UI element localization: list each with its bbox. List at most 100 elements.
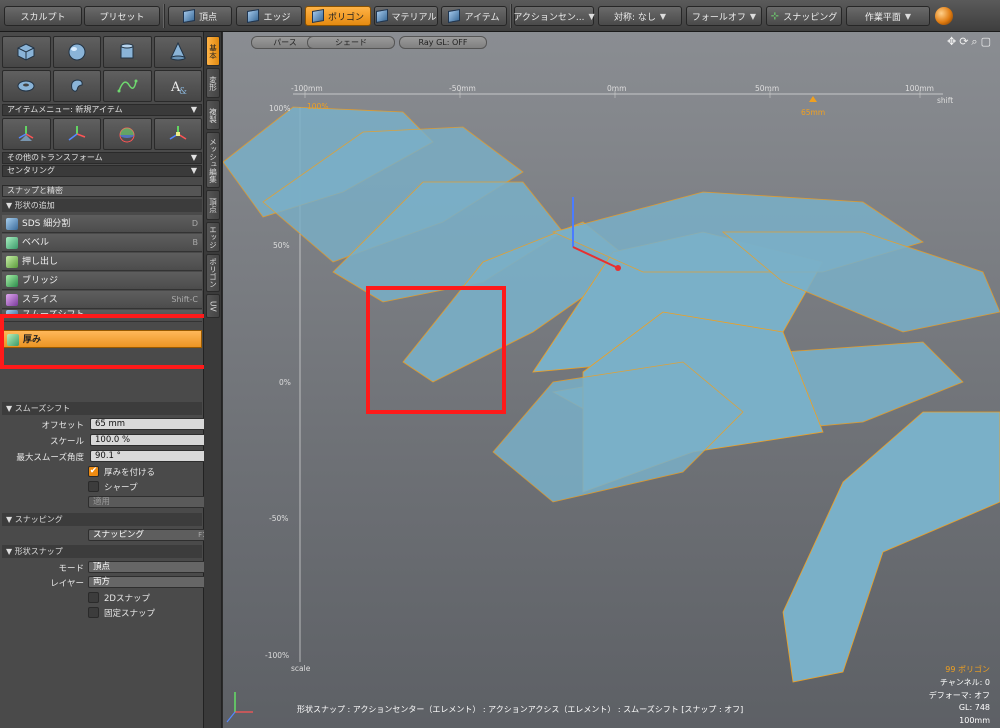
apply-button[interactable]: 適用 <box>88 496 216 508</box>
shape-snap-header[interactable]: ▼ 形状スナップ <box>2 545 202 558</box>
falloff-label: フォールオフ <box>691 12 746 23</box>
tab-label: 複製 <box>208 107 218 123</box>
curve-tool[interactable] <box>103 70 152 102</box>
tab-duplicate[interactable]: 複製 <box>206 100 220 130</box>
fixed-snap-label: 固定スナップ <box>104 609 156 619</box>
snapping-button[interactable]: ⊹ スナッピング <box>766 6 842 26</box>
preset-label: プリセット <box>99 12 145 23</box>
tool-shortcut: D <box>191 219 198 228</box>
bevel-tool[interactable]: ベベル B <box>2 234 202 252</box>
chevron-down-icon: ▼ <box>190 153 197 162</box>
vertex-icon <box>182 8 195 24</box>
snap-precision-button[interactable]: スナップと精密 <box>2 185 202 197</box>
tool-label: スライス <box>22 295 58 305</box>
offset-marker-value: 65mm <box>801 108 826 117</box>
capsule-tool[interactable] <box>52 70 101 102</box>
smooth-shift-header[interactable]: ▼ スムーズシフト <box>2 402 202 415</box>
item-mode-button[interactable]: アイテム <box>441 6 507 26</box>
ruler-x-label: 100mm <box>905 84 934 93</box>
torus-tool[interactable] <box>2 70 51 102</box>
snapping-header[interactable]: ▼ スナッピング <box>2 513 202 526</box>
mode-dropdown[interactable]: 頂点▼ <box>88 561 216 573</box>
rotate-tool[interactable] <box>52 118 101 150</box>
add-shape-header[interactable]: ▼ 形状の追加 <box>2 199 202 212</box>
render-orb-icon[interactable] <box>935 7 953 25</box>
layer-label: レイヤー <box>50 579 84 589</box>
ruler-x-label: -50mm <box>449 84 476 93</box>
snap-2d-checkbox[interactable] <box>88 592 99 603</box>
deformer-info: デフォーマ: オフ <box>928 691 990 700</box>
svg-text:&: & <box>179 87 187 97</box>
primitive-grid-2: A & <box>2 70 202 102</box>
tab-vertex[interactable]: 頂点 <box>206 190 220 220</box>
vertical-tab-strip: 基本 変形 複製 メッシュ編集 頂点 エッジ ポリゴン UV <box>204 32 222 728</box>
sculpt-button[interactable]: スカルプト <box>4 6 82 26</box>
tab-label: 変形 <box>208 75 218 91</box>
transform-tool[interactable] <box>153 118 202 150</box>
scale-field[interactable]: 100.0 % <box>90 434 216 446</box>
tab-label: ポリゴン <box>208 258 218 288</box>
ruler-x-label: 0mm <box>607 84 627 93</box>
edge-icon <box>247 8 260 24</box>
smooth-shift-header-label: スムーズシフト <box>14 404 71 413</box>
thicken-checkbox[interactable]: ✔ <box>88 466 99 477</box>
tool-label: ブリッジ <box>22 276 59 286</box>
sds-subdivide-tool[interactable]: SDS 細分割 D <box>2 215 202 233</box>
scale-tool[interactable] <box>103 118 152 150</box>
sphere-tool[interactable] <box>52 36 101 68</box>
cone-tool[interactable] <box>153 36 202 68</box>
preset-button[interactable]: プリセット <box>84 6 160 26</box>
rotate-icon <box>68 126 86 141</box>
text-tool[interactable]: A & <box>153 70 202 102</box>
extrude-tool[interactable]: 押し出し <box>2 253 202 271</box>
triangle-down-icon: ▼ <box>6 547 15 556</box>
tab-polygon[interactable]: ポリゴン <box>206 254 220 292</box>
centering-label: センタリング <box>7 166 55 175</box>
cylinder-tool[interactable] <box>103 36 152 68</box>
fixed-snap-checkbox[interactable] <box>88 607 99 618</box>
item-menu-dropdown[interactable]: アイテムメニュー: 新規アイテム ▼ <box>2 104 202 116</box>
snapping-toggle[interactable]: スナッピングF11 <box>88 529 216 541</box>
grid-size-info: 100mm <box>959 716 990 725</box>
action-center-dropdown[interactable]: アクションセン... ▼ <box>513 6 595 26</box>
falloff-dropdown[interactable]: フォールオフ ▼ <box>686 6 762 26</box>
other-transform-dropdown[interactable]: その他のトランスフォーム ▼ <box>2 152 202 164</box>
bridge-tool[interactable]: ブリッジ <box>2 272 202 290</box>
triangle-down-icon: ▼ <box>6 201 15 210</box>
item-menu-label: アイテムメニュー: 新規アイテム <box>7 105 123 114</box>
sphere-icon <box>68 43 86 61</box>
material-mode-button[interactable]: マテリアル <box>374 6 438 26</box>
layer-dropdown[interactable]: 両方▼ <box>88 576 216 588</box>
curve-icon <box>117 79 138 93</box>
offset-value: 65 mm <box>95 419 126 429</box>
mesh-scene <box>223 90 1000 723</box>
max-angle-value: 90.1 ° <box>95 451 121 461</box>
ruler-x-label: -100mm <box>291 84 323 93</box>
tab-mesh-edit[interactable]: メッシュ編集 <box>206 132 220 188</box>
scale-value: 100.0 % <box>95 435 131 445</box>
cube-tool[interactable] <box>2 36 51 68</box>
tab-uv[interactable]: UV <box>206 294 220 318</box>
tab-basic[interactable]: 基本 <box>206 36 220 66</box>
move-tool[interactable] <box>2 118 51 150</box>
toolbar-divider <box>510 4 512 28</box>
edge-mode-button[interactable]: エッジ <box>236 6 302 26</box>
slice-icon <box>6 294 18 306</box>
vertex-mode-button[interactable]: 頂点 <box>168 6 232 26</box>
offset-field[interactable]: 65 mm <box>90 418 216 430</box>
work-plane-dropdown[interactable]: 作業平面 ▼ <box>846 6 930 26</box>
polygon-mode-button[interactable]: ポリゴン <box>305 6 371 26</box>
tab-edge[interactable]: エッジ <box>206 222 220 252</box>
3d-viewport[interactable]: パース シェード Ray GL: OFF ✥⟳⌕▢ -100mm -50mm 0… <box>223 32 1000 728</box>
material-label: マテリアル <box>391 12 437 23</box>
snap-icon: ⊹ <box>770 10 780 22</box>
symmetry-dropdown[interactable]: 対称: なし ▼ <box>598 6 682 26</box>
max-angle-field[interactable]: 90.1 ° <box>90 450 216 462</box>
slice-tool[interactable]: スライス Shift-C <box>2 291 202 309</box>
tab-deform[interactable]: 変形 <box>206 68 220 98</box>
snap-2d-label: 2Dスナップ <box>104 594 150 604</box>
centering-dropdown[interactable]: センタリング ▼ <box>2 165 202 177</box>
edge-label: エッジ <box>263 12 291 23</box>
sharp-checkbox[interactable] <box>88 481 99 492</box>
apply-label: 適用 <box>93 497 111 507</box>
